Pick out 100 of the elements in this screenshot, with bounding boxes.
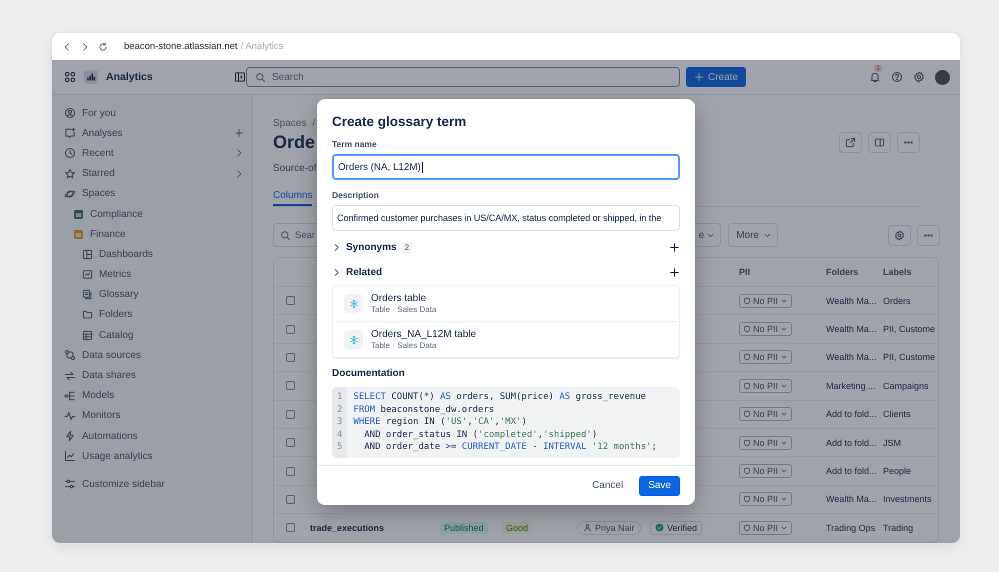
clock-icon [64,147,76,160]
sidebar-item[interactable]: Glossary [99,289,244,300]
table-cell: PII, Custome [883,324,936,334]
table-cell: Wealth Ma... [826,494,876,504]
chevron-icon[interactable] [332,243,341,252]
sidebar-item[interactable]: Metrics [99,269,244,280]
pii-dropdown[interactable]: No PII [739,492,792,506]
line-number: 1 [337,391,342,404]
sidebar-item[interactable]: Dashboards [99,248,244,260]
url-host: beacon-stone.atlassian.net [124,41,238,52]
add-icon[interactable] [669,242,680,253]
line-number: 5 [337,441,342,454]
save-button[interactable]: Save [639,476,680,496]
planet-icon [64,188,76,200]
sidebar-item[interactable]: Usage analytics [82,450,244,462]
reload-icon[interactable] [98,42,108,52]
sidebar-item[interactable]: For you [82,108,244,119]
row-checkbox[interactable] [286,523,295,532]
sidebar-item[interactable]: Data shares [82,370,244,382]
chevron-icon[interactable] [332,268,341,277]
lightning-icon [64,430,76,442]
section-toggle[interactable]: Related [346,267,382,278]
sidebar-item[interactable]: Catalog [99,330,244,341]
row-checkbox[interactable] [286,466,295,476]
pii-dropdown[interactable]: No PII [739,322,792,336]
verification-badge: Verified [650,520,702,535]
cancel-button[interactable]: Cancel [586,476,630,496]
row-checkbox[interactable] [286,352,295,362]
table-cell: Wealth Ma... [826,324,876,334]
pii-dropdown[interactable]: No PII [739,407,792,422]
sliders-icon [64,478,76,490]
table-cell: PII, Custome [883,352,936,362]
tab[interactable]: Columns [273,186,312,206]
shield-icon [743,410,751,418]
add-icon[interactable] [669,267,680,278]
app-switcher-icon[interactable] [64,71,76,83]
connection-icon [64,349,76,362]
row-checkbox[interactable] [286,438,295,448]
more-button[interactable] [917,224,940,246]
help-icon[interactable] [891,71,903,83]
pii-dropdown[interactable]: No PII [739,378,792,393]
pii-dropdown[interactable]: No PII [739,350,792,364]
external-link-icon [845,136,856,148]
count-badge: 2 [402,242,412,253]
sidebar-item[interactable]: Data sources [82,350,244,361]
page-subtitle: Source-of [273,163,316,176]
hierarchy-icon [64,390,76,402]
settings-button[interactable] [888,224,911,246]
sidebar-item[interactable]: Recent [82,148,228,159]
avatar[interactable] [935,70,950,84]
shield-icon [743,467,751,476]
filter-dropdown[interactable]: More [728,223,778,247]
term-name-field[interactable]: Orders (NA, L12M) [332,154,680,180]
section-heading: Documentation [332,368,406,381]
related-item-title[interactable]: Orders table [371,293,436,304]
star-icon [64,168,76,180]
more-button[interactable] [897,132,920,152]
column-header: PII [739,267,750,277]
shield-icon [743,438,751,447]
row-checkbox[interactable] [286,494,295,504]
sidebar-item[interactable]: Models [82,390,244,402]
folder-icon [82,309,93,320]
row-checkbox[interactable] [286,410,295,419]
breadcrumb-link[interactable]: Spaces [273,118,306,128]
table-cell: JSM [883,438,901,448]
search-field[interactable]: Search [246,67,680,87]
row-checkbox[interactable] [286,324,295,334]
shield-icon [743,382,751,390]
pii-dropdown[interactable]: No PII [739,520,792,535]
search-icon [255,72,266,82]
related-item-meta: Table · Sales Data [371,341,438,350]
sidebar-item[interactable]: Starred [82,168,228,180]
pii-dropdown[interactable]: No PII [739,294,792,308]
sidebar-item[interactable]: Folders [99,309,244,320]
open-button[interactable] [839,132,862,152]
related-item-title[interactable]: Orders_NA_L12M table [371,329,476,340]
sidebar-item[interactable]: Automations [82,430,244,442]
customize-sidebar-link[interactable]: Customize sidebar [82,478,244,490]
sidebar-item[interactable]: Analyses [82,128,228,139]
space-icon [73,228,84,240]
related-item-meta: Table · Sales Data [371,305,436,314]
sidebar-toggle-icon[interactable] [234,71,246,83]
settings-icon[interactable] [913,71,925,83]
sidebar-item[interactable]: Finance [90,228,244,240]
sidebar-item[interactable]: Monitors [82,410,244,422]
table-cell: trade_executions [310,522,384,533]
row-checkbox[interactable] [286,296,295,306]
description-field[interactable]: Confirmed customer purchases in US/CA/MX, status completed or shipped, in the [332,205,680,231]
pii-dropdown[interactable]: No PII [739,464,792,478]
pii-dropdown[interactable]: No PII [739,436,792,450]
row-checkbox[interactable] [286,381,295,390]
status-badge: Published [440,522,488,534]
notification-icon[interactable] [869,71,881,83]
sidebar-item[interactable]: Spaces [82,188,244,200]
section-toggle[interactable]: Synonyms [346,242,397,253]
user-icon [583,523,592,532]
sidebar-item[interactable]: Compliance [90,208,244,220]
code-text: SELECT COUNT(*) AS orders, SUM(price) AS gross_revenue FROM beaconstone_dw.orders WHERE region IN ('US','CA','MX') AND order_status IN ('completed','shipped') AND order_date >= CURRENT_DATE - INTERVAL '12 months'; [352,391,658,454]
panel-button[interactable] [868,132,891,152]
create-button[interactable]: Create [686,67,746,87]
